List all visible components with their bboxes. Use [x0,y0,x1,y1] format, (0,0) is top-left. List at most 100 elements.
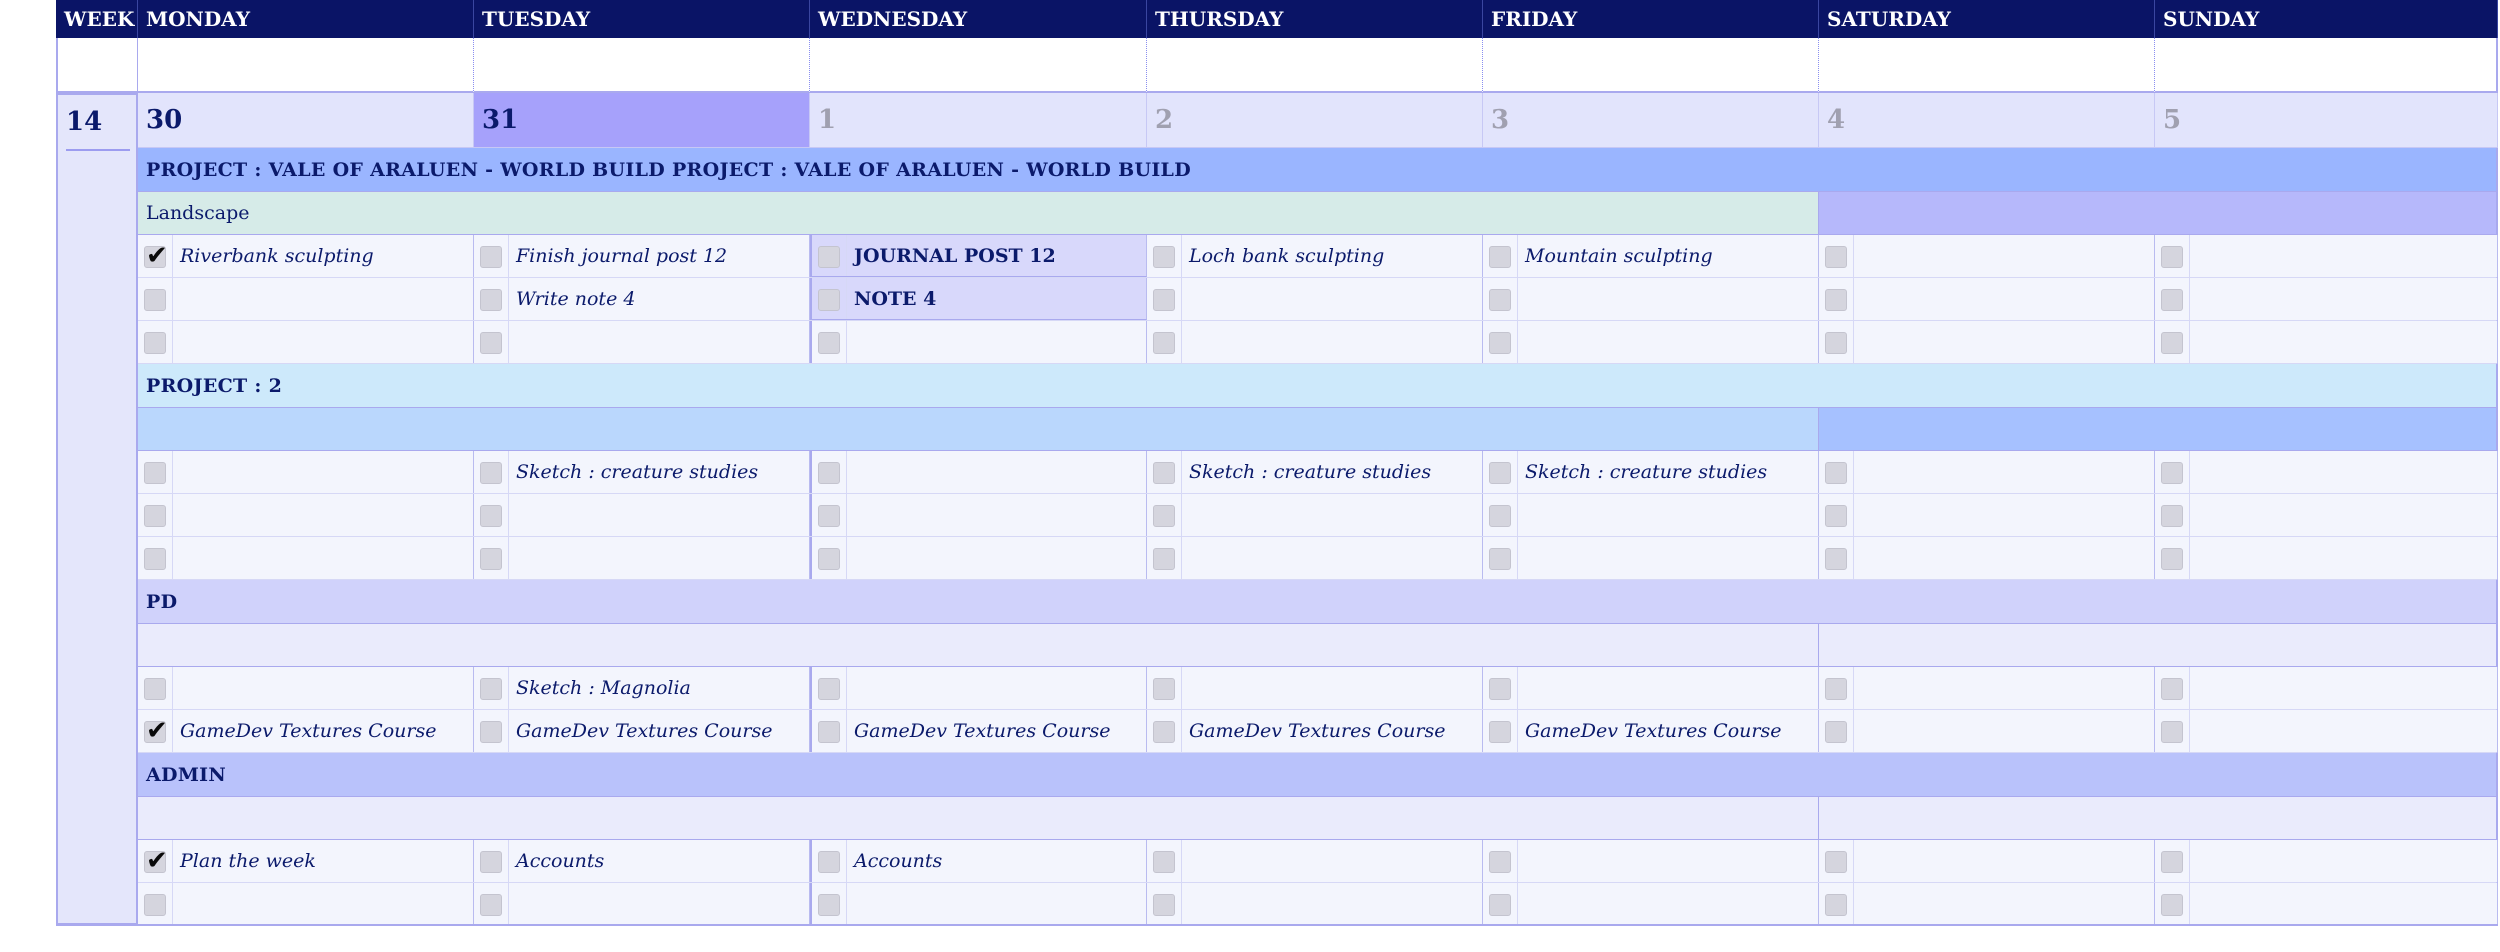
checkbox[interactable] [2161,331,2183,354]
task-cell[interactable] [1147,840,1483,882]
checkbox[interactable] [144,677,166,700]
checkbox[interactable] [1489,850,1511,873]
date-cell[interactable]: 2 [1147,93,1483,148]
task-cell[interactable] [474,537,810,579]
task-cell[interactable] [2155,667,2498,709]
checkbox[interactable] [1489,720,1511,743]
checkbox[interactable] [1825,677,1847,700]
checkbox[interactable] [818,331,840,354]
task-cell[interactable] [2155,235,2498,277]
checkbox[interactable] [818,504,840,527]
task-text[interactable]: JOURNAL POST 12 [854,235,1056,278]
task-cell[interactable] [2155,883,2498,925]
task-cell[interactable] [474,883,810,925]
task-cell[interactable] [1483,278,1819,320]
task-cell[interactable]: Accounts [810,840,1147,882]
task-text[interactable]: Accounts [516,840,604,883]
date-cell[interactable]: 4 [1819,93,2155,148]
task-text[interactable]: Mountain sculpting [1525,235,1713,278]
checkbox[interactable] [144,547,166,570]
task-cell[interactable] [1819,235,2155,277]
task-cell[interactable] [1147,537,1483,579]
checkbox[interactable] [144,893,166,916]
checkbox[interactable] [818,547,840,570]
task-cell[interactable]: Mountain sculpting [1483,235,1819,277]
task-cell[interactable] [2155,710,2498,752]
checkbox[interactable] [144,288,166,311]
checkbox-checked[interactable] [144,846,168,876]
checkbox[interactable] [1153,331,1175,354]
task-cell[interactable] [2155,537,2498,579]
checkbox[interactable] [1153,893,1175,916]
checkbox[interactable] [480,461,502,484]
checkbox[interactable] [480,850,502,873]
date-cell[interactable]: 3 [1483,93,1819,148]
checkbox[interactable] [1153,547,1175,570]
task-cell[interactable] [1819,883,2155,925]
task-cell[interactable]: GameDev Textures Course [138,710,474,752]
task-text[interactable]: GameDev Textures Course [516,710,772,753]
checkbox[interactable] [2161,893,2183,916]
task-cell[interactable] [1483,494,1819,536]
task-text[interactable]: Riverbank sculpting [180,235,374,278]
checkbox[interactable] [2161,850,2183,873]
task-cell[interactable]: Finish journal post 12 [474,235,810,277]
task-cell[interactable] [810,667,1147,709]
checkbox[interactable] [1489,504,1511,527]
checkbox[interactable] [1825,288,1847,311]
checkbox[interactable] [1825,850,1847,873]
checkbox[interactable] [1825,504,1847,527]
task-cell[interactable] [474,494,810,536]
checkbox[interactable] [2161,504,2183,527]
checkbox[interactable] [1153,504,1175,527]
checkbox[interactable] [1153,288,1175,311]
task-cell[interactable] [1819,451,2155,493]
task-cell[interactable] [2155,278,2498,320]
checkbox[interactable] [2161,677,2183,700]
task-cell[interactable] [1147,321,1483,363]
checkbox[interactable] [1825,720,1847,743]
task-cell[interactable]: GameDev Textures Course [474,710,810,752]
task-cell[interactable]: Sketch : creature studies [1483,451,1819,493]
task-text[interactable]: GameDev Textures Course [180,710,436,753]
checkbox[interactable] [480,720,502,743]
checkbox[interactable] [480,245,502,268]
task-cell[interactable] [1147,883,1483,925]
checkbox[interactable] [1489,461,1511,484]
checkbox[interactable] [2161,720,2183,743]
checkbox[interactable] [1489,288,1511,311]
date-cell[interactable]: 5 [2155,93,2498,148]
checkbox[interactable] [1153,720,1175,743]
task-cell[interactable] [138,321,474,363]
checkbox[interactable] [1153,677,1175,700]
task-cell[interactable]: Sketch : Magnolia [474,667,810,709]
task-cell[interactable] [810,883,1147,925]
checkbox[interactable] [480,893,502,916]
checkbox[interactable] [818,288,840,311]
task-cell[interactable] [1483,537,1819,579]
date-cell[interactable]: 30 [138,93,474,148]
checkbox[interactable] [2161,547,2183,570]
checkbox[interactable] [1825,461,1847,484]
task-cell[interactable] [1483,667,1819,709]
checkbox[interactable] [818,461,840,484]
checkbox[interactable] [1489,677,1511,700]
checkbox[interactable] [1825,331,1847,354]
task-text[interactable]: Accounts [854,840,942,883]
task-cell[interactable] [1819,321,2155,363]
task-cell[interactable] [810,494,1147,536]
task-cell[interactable] [1483,321,1819,363]
task-cell[interactable] [2155,840,2498,882]
checkbox-checked[interactable] [144,716,168,746]
task-cell[interactable]: Write note 4 [474,278,810,320]
checkbox[interactable] [2161,461,2183,484]
checkbox[interactable] [1153,461,1175,484]
checkbox[interactable] [1153,850,1175,873]
checkbox[interactable] [480,331,502,354]
task-cell[interactable]: Sketch : creature studies [1147,451,1483,493]
checkbox[interactable] [2161,245,2183,268]
task-cell[interactable] [1483,840,1819,882]
checkbox[interactable] [480,547,502,570]
task-cell[interactable] [1483,883,1819,925]
task-cell[interactable] [1147,667,1483,709]
